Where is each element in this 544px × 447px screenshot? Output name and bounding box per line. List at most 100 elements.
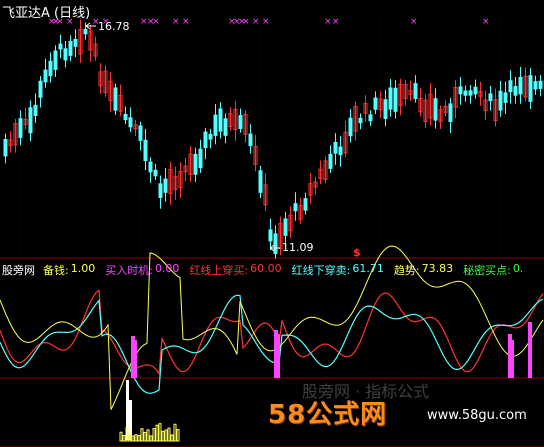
cyan-indicator-line bbox=[0, 294, 544, 394]
candle-body bbox=[123, 113, 128, 121]
yellow-volume-bar bbox=[158, 423, 162, 442]
candle-body bbox=[468, 90, 473, 96]
yellow-volume-bar bbox=[146, 429, 150, 442]
indicator-value-1: 0.00 bbox=[154, 262, 180, 275]
candle-body bbox=[368, 114, 373, 122]
candle-body bbox=[513, 86, 518, 96]
candle-body bbox=[73, 38, 78, 47]
candle-body bbox=[53, 50, 58, 70]
candle-body bbox=[293, 203, 298, 212]
yellow-volume-bar bbox=[131, 435, 135, 442]
yellow-volume-bar bbox=[164, 429, 168, 442]
yellow-volume-bar bbox=[167, 427, 171, 442]
yellow-volume-bar bbox=[143, 431, 147, 442]
candle-body bbox=[153, 169, 158, 177]
high-price-label: 16.78 bbox=[98, 20, 130, 33]
candle-body bbox=[458, 86, 463, 95]
candle-body bbox=[38, 80, 43, 98]
candle-body bbox=[18, 118, 23, 138]
indicator-label-2: 红线上穿买: bbox=[189, 264, 249, 277]
buy-signal-bar bbox=[528, 322, 532, 378]
indicator-value-5: 0. bbox=[512, 262, 524, 275]
candle-body bbox=[138, 125, 143, 141]
low-price-label: 11.09 bbox=[282, 241, 314, 254]
signal-marker: $ bbox=[353, 246, 361, 259]
candle-body bbox=[198, 148, 203, 169]
indicator-value-4: 73.83 bbox=[421, 262, 454, 275]
indicator-value-0: 1.00 bbox=[70, 262, 96, 275]
candle-body bbox=[163, 178, 168, 193]
candle-body bbox=[473, 86, 478, 95]
candle-body bbox=[348, 117, 353, 137]
candle-body bbox=[433, 98, 438, 121]
white-bar bbox=[129, 400, 132, 440]
signal-x-marker: × bbox=[172, 17, 180, 27]
watermark: 股旁网 · 指标公式 58公式网 www.58gu.com bbox=[262, 382, 544, 447]
candle-body bbox=[128, 117, 133, 128]
candle-body bbox=[213, 114, 218, 136]
candle-body bbox=[43, 69, 48, 83]
candle-body bbox=[58, 43, 63, 50]
candle-body bbox=[528, 75, 533, 102]
candle-body bbox=[393, 87, 398, 112]
candle-body bbox=[508, 80, 513, 93]
yellow-volume-bar bbox=[176, 429, 180, 442]
candle-body bbox=[158, 183, 163, 198]
watermark-brand: 58公式网 bbox=[268, 400, 388, 430]
indicator-name: 股旁网 bbox=[2, 264, 35, 277]
candle-body bbox=[498, 90, 503, 111]
yellow-volume-bar bbox=[119, 431, 123, 442]
candle-body bbox=[238, 115, 243, 130]
candle-body bbox=[448, 103, 453, 123]
signal-x-marker: × bbox=[252, 17, 260, 27]
candle-body bbox=[383, 99, 388, 120]
signal-x-marker: × bbox=[182, 17, 190, 27]
signal-x-marker: × bbox=[242, 17, 250, 27]
candle-body bbox=[338, 146, 343, 156]
candle-body bbox=[203, 131, 208, 149]
candle-body bbox=[218, 108, 223, 132]
candle-body bbox=[223, 118, 228, 136]
candle-body bbox=[388, 87, 393, 110]
yellow-volume-bar bbox=[170, 434, 174, 442]
candle-body bbox=[268, 229, 273, 242]
candle-body bbox=[358, 117, 363, 124]
yellow-volume-bar bbox=[161, 430, 165, 442]
yellow-volume-bar bbox=[122, 435, 126, 442]
candle-body bbox=[258, 170, 263, 193]
indicator-value-2: 60.00 bbox=[250, 262, 282, 275]
yellow-volume-bar bbox=[149, 435, 153, 442]
candle-body bbox=[113, 87, 118, 111]
yellow-volume-bar bbox=[173, 423, 177, 442]
yellow-volume-bar bbox=[134, 434, 138, 442]
candle-body bbox=[333, 141, 338, 154]
candle-body bbox=[533, 81, 538, 90]
candle-body bbox=[413, 83, 418, 100]
yellow-volume-bar bbox=[155, 424, 159, 442]
candle-body bbox=[283, 218, 288, 236]
buy-signal-bar bbox=[276, 334, 280, 378]
indicator-label-1: 买入时机: bbox=[105, 264, 153, 277]
candle-body bbox=[538, 80, 543, 89]
candle-body bbox=[148, 161, 153, 173]
candle-body bbox=[28, 107, 33, 134]
candlestick-series bbox=[3, 19, 543, 259]
candle-body bbox=[33, 104, 38, 116]
signal-x-marker: × bbox=[410, 17, 418, 27]
candle-body bbox=[328, 153, 333, 169]
candle-body bbox=[208, 133, 213, 140]
chart-title: 飞亚达A (日线) bbox=[2, 6, 91, 21]
yellow-volume-bar bbox=[137, 435, 141, 442]
signal-x-marker: × bbox=[262, 17, 270, 27]
candle-body bbox=[518, 76, 523, 95]
stock-chart[interactable]: ××× × × × × ×× × × ×××× × × × × × × bbox=[0, 0, 544, 447]
candle-body bbox=[83, 28, 88, 35]
candle-body bbox=[373, 97, 378, 110]
watermark-url: www.58gu.com bbox=[427, 408, 527, 423]
yellow-volume-bar bbox=[152, 428, 156, 442]
candle-body bbox=[68, 40, 73, 56]
candle-body bbox=[48, 60, 53, 77]
candle-body bbox=[3, 139, 8, 157]
candle-body bbox=[63, 48, 68, 61]
candle-body bbox=[463, 90, 468, 96]
